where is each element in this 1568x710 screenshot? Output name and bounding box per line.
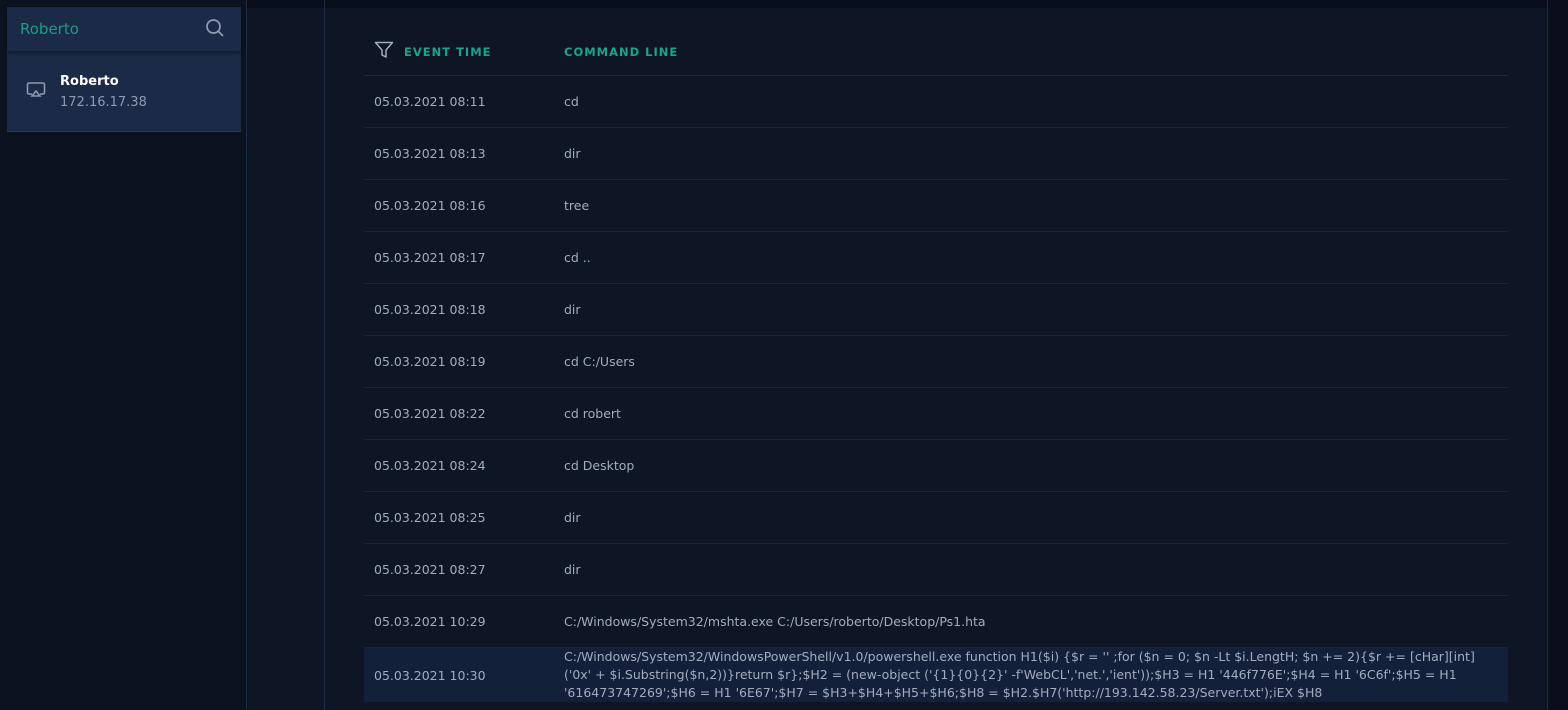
event-time: 05.03.2021 08:13 — [374, 146, 486, 161]
command-line: cd — [564, 93, 579, 109]
event-time: 05.03.2021 08:11 — [374, 94, 486, 109]
sidebar: Roberto 172.16.17.38 — [0, 0, 246, 710]
command-line: cd robert — [564, 405, 621, 421]
table-row[interactable]: 05.03.2021 10:30 C:/Windows/System32/Wind… — [364, 648, 1508, 702]
table-row[interactable]: 05.03.2021 08:19 cd C:/Users — [364, 336, 1508, 388]
host-name: Roberto — [60, 74, 119, 89]
table-row[interactable]: 05.03.2021 08:25 dir — [364, 492, 1508, 544]
search-input[interactable] — [20, 20, 190, 38]
command-line: C:/Windows/System32/WindowsPowerShell/v1… — [564, 649, 1475, 700]
filter-icon[interactable] — [374, 41, 394, 62]
command-line: cd .. — [564, 249, 591, 265]
table-row[interactable]: 05.03.2021 10:29 C:/Windows/System32/msht… — [364, 596, 1508, 648]
command-line: dir — [564, 145, 581, 161]
command-line: cd C:/Users — [564, 353, 635, 369]
command-line: C:/Windows/System32/mshta.exe C:/Users/r… — [564, 613, 986, 629]
table-row[interactable]: 05.03.2021 08:11 cd — [364, 76, 1508, 128]
command-line: tree — [564, 197, 590, 213]
host-list-item[interactable]: Roberto 172.16.17.38 — [7, 51, 241, 132]
table-row[interactable]: 05.03.2021 08:27 dir — [364, 544, 1508, 596]
event-time: 05.03.2021 08:17 — [374, 250, 486, 265]
search-icon[interactable] — [205, 18, 225, 42]
command-line: dir — [564, 301, 581, 317]
event-time: 05.03.2021 10:30 — [374, 667, 486, 683]
table-row[interactable]: 05.03.2021 08:17 cd .. — [364, 232, 1508, 284]
command-table: EVENT TIME COMMAND LINE 05.03.2021 08:11… — [364, 28, 1508, 702]
event-time: 05.03.2021 08:27 — [374, 562, 486, 577]
column-header-command-line[interactable]: COMMAND LINE — [564, 45, 678, 59]
table-header: EVENT TIME COMMAND LINE — [364, 28, 1508, 76]
table-row[interactable]: 05.03.2021 08:24 cd Desktop — [364, 440, 1508, 492]
event-time: 05.03.2021 08:19 — [374, 354, 486, 369]
event-time: 05.03.2021 10:29 — [374, 614, 486, 629]
host-ip: 172.16.17.38 — [60, 95, 147, 110]
table-row[interactable]: 05.03.2021 08:22 cd robert — [364, 388, 1508, 440]
divider — [324, 0, 325, 710]
command-line: cd Desktop — [564, 457, 635, 473]
table-row[interactable]: 05.03.2021 08:18 dir — [364, 284, 1508, 336]
table-row[interactable]: 05.03.2021 08:13 dir — [364, 128, 1508, 180]
host-search — [7, 7, 241, 51]
event-time: 05.03.2021 08:25 — [374, 510, 486, 525]
event-time: 05.03.2021 08:18 — [374, 302, 486, 317]
column-header-event-time[interactable]: EVENT TIME — [404, 45, 492, 59]
event-time: 05.03.2021 08:16 — [374, 198, 486, 213]
command-line: dir — [564, 509, 581, 525]
event-time: 05.03.2021 08:24 — [374, 458, 486, 473]
command-line: dir — [564, 561, 581, 577]
monitor-icon — [26, 81, 46, 103]
divider — [1547, 0, 1548, 710]
table-row[interactable]: 05.03.2021 08:16 tree — [364, 180, 1508, 232]
event-time: 05.03.2021 08:22 — [374, 406, 486, 421]
